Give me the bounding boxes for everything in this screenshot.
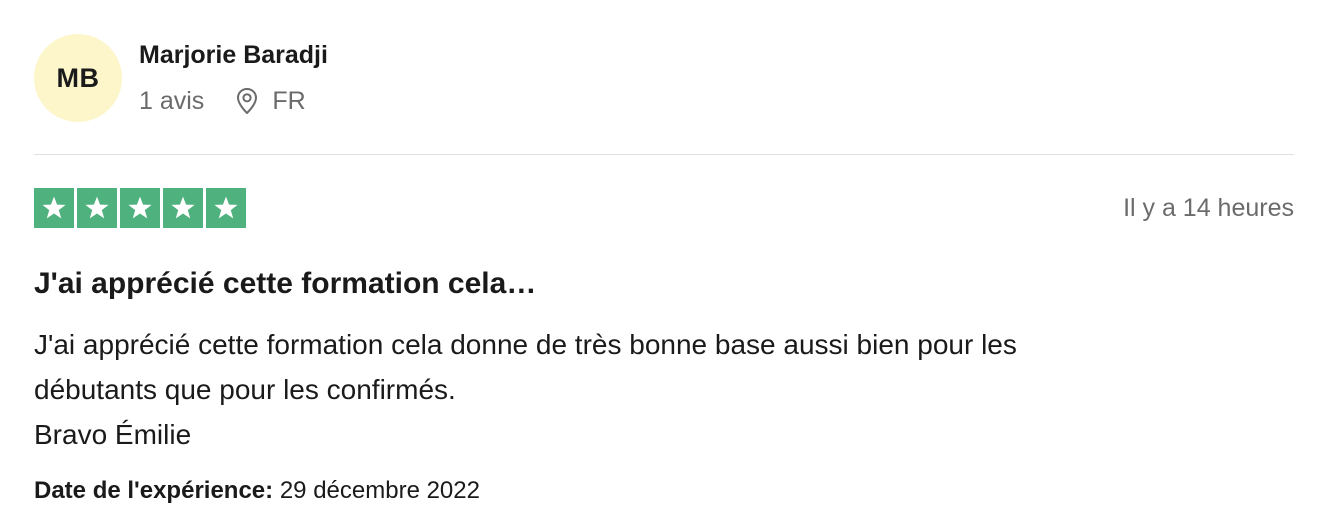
consumer-name[interactable]: Marjorie Baradji xyxy=(139,38,539,72)
consumer-country: FR xyxy=(272,87,306,115)
experience-date-value: 29 décembre 2022 xyxy=(279,477,480,504)
star-icon xyxy=(120,188,160,228)
experience-date: Date de l'expérience: 29 décembre 2022 xyxy=(34,476,480,506)
review-text: J'ai apprécié cette formation cela donne… xyxy=(34,322,1254,457)
divider xyxy=(34,154,1294,155)
review-count: 1 avis xyxy=(139,87,205,115)
consumer-meta: 1 avis FR xyxy=(139,86,539,116)
location-pin-icon xyxy=(234,86,260,116)
consumer-profile-link[interactable]: MB Marjorie Baradji 1 avis FR xyxy=(34,34,328,122)
experience-date-label: Date de l'expérience: xyxy=(34,477,274,504)
review-text-line: J'ai apprécié cette formation cela donne… xyxy=(34,329,1017,360)
review-text-line: Bravo Émilie xyxy=(34,419,192,450)
star-icon xyxy=(77,188,117,228)
star-icon xyxy=(34,188,74,228)
avatar[interactable]: MB xyxy=(34,34,122,122)
star-icon xyxy=(163,188,203,228)
review-title[interactable]: J'ai apprécié cette formation cela… xyxy=(34,264,536,304)
review-card: MB Marjorie Baradji 1 avis FR Il y a 14 … xyxy=(34,0,1294,522)
star-icon xyxy=(206,188,246,228)
star-rating xyxy=(34,188,246,228)
review-text-line: débutants que pour les confirmés. xyxy=(34,374,456,405)
avatar-initials: MB xyxy=(56,62,100,93)
review-date: Il y a 14 heures xyxy=(1123,194,1294,222)
consumer-info: Marjorie Baradji 1 avis FR xyxy=(139,38,539,116)
